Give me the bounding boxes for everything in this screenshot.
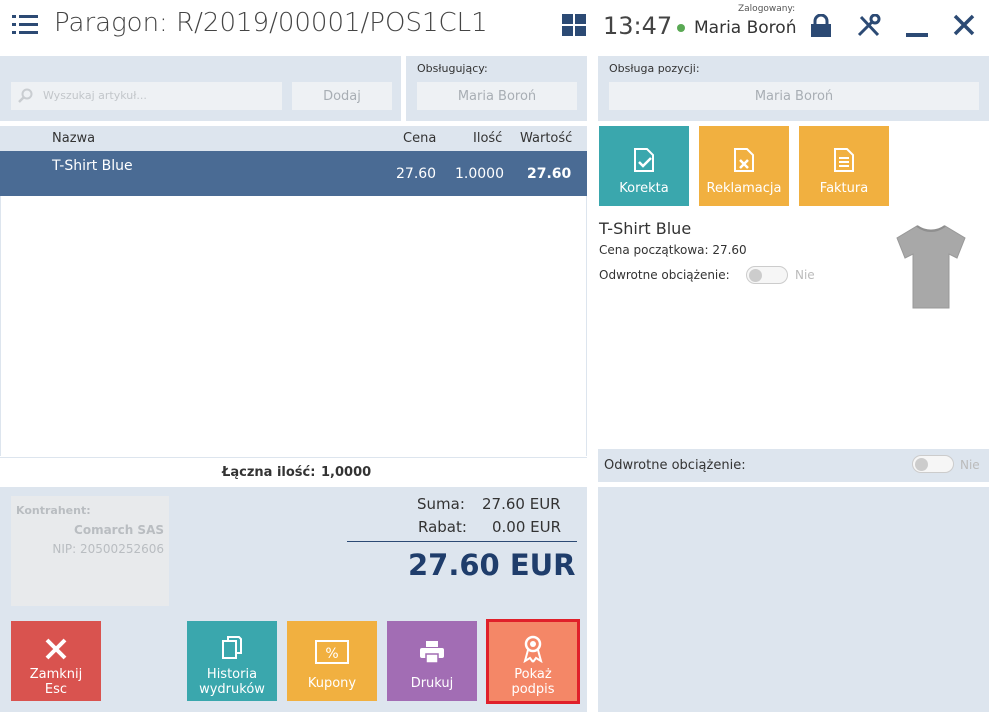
reverse-charge-value: Nie: [960, 458, 980, 472]
total-quantity-value: 1,0000: [321, 465, 372, 480]
invoice-button[interactable]: Faktura: [799, 126, 889, 206]
printer-icon: [420, 641, 444, 664]
total-quantity-bar: Łączna ilość: 1,0000: [0, 457, 587, 485]
complaint-button[interactable]: Reklamacja: [699, 126, 789, 206]
close-window-icon[interactable]: [953, 14, 975, 40]
row-name: T-Shirt Blue: [52, 158, 133, 174]
current-user: Maria Boroń: [694, 18, 797, 38]
show-signature-label-1: Pokaż: [514, 667, 552, 682]
item-initial-price: Cena początkowa: 27.60: [599, 243, 747, 257]
close-button[interactable]: Zamknij Esc: [11, 621, 101, 701]
serving-label: Obsługujący:: [417, 62, 488, 75]
item-reverse-charge-toggle[interactable]: [746, 266, 788, 284]
clock: 13:47: [603, 12, 673, 40]
customer-nip: NIP: 20500252606: [52, 542, 164, 556]
tshirt-image: [893, 222, 969, 314]
document-check-icon: [634, 148, 654, 172]
item-reverse-charge-value: Nie: [795, 268, 815, 282]
item-reverse-charge-label: Odwrotne obciążenie:: [599, 268, 730, 282]
close-button-label: Zamknij: [29, 667, 83, 682]
ribbon-badge-icon: [523, 635, 543, 663]
search-icon: [18, 88, 33, 103]
coupons-label: Kupony: [307, 676, 357, 691]
tools-icon[interactable]: [856, 13, 882, 42]
customer-label: Kontrahent:: [16, 504, 91, 517]
row-quantity: 1.0000: [455, 166, 504, 182]
serving-user-field[interactable]: Maria Boroń: [417, 82, 577, 110]
complaint-label: Reklamacja: [706, 181, 782, 196]
table-row[interactable]: T-Shirt Blue 27.60 1.0000 27.60: [0, 151, 587, 196]
sum-value: 27.60 EUR: [482, 495, 561, 513]
show-signature-label-2: podpis: [511, 682, 555, 697]
print-history-label-1: Historia: [206, 667, 258, 682]
search-input[interactable]: Wyszukaj artykuł...: [11, 82, 282, 110]
x-icon: [45, 638, 67, 660]
right-bottom-panel: [598, 487, 989, 712]
coupon-icon: %: [315, 640, 349, 664]
menu-icon[interactable]: [12, 15, 38, 35]
correction-button[interactable]: Korekta: [599, 126, 689, 206]
row-value: 27.60: [527, 166, 572, 182]
invoice-document-icon: [834, 148, 854, 172]
print-button[interactable]: Drukuj: [387, 621, 477, 701]
column-price: Cena: [403, 131, 437, 146]
reverse-charge-bar: Odwrotne obciążenie: Nie: [598, 449, 989, 482]
reverse-charge-toggle[interactable]: [912, 455, 954, 473]
correction-label: Korekta: [619, 181, 669, 196]
print-history-button[interactable]: Historia wydruków: [187, 621, 277, 701]
reverse-charge-label: Odwrotne obciążenie:: [604, 458, 746, 473]
customer-card[interactable]: Kontrahent: Comarch SAS NIP: 20500252606: [11, 496, 169, 606]
coupons-button[interactable]: % Kupony: [287, 621, 377, 701]
items-list-area: [0, 196, 587, 456]
invoice-label: Faktura: [819, 181, 869, 196]
print-history-label-2: wydruków: [199, 682, 265, 697]
print-label: Drukuj: [410, 676, 454, 691]
totals-divider: [347, 541, 577, 542]
online-status-icon: [677, 24, 685, 32]
discount-value: 0.00 EUR: [492, 518, 562, 536]
item-name: T-Shirt Blue: [599, 219, 692, 238]
customer-name: Comarch SAS: [74, 523, 164, 537]
add-button[interactable]: Dodaj: [292, 82, 392, 110]
column-value: Wartość: [520, 131, 573, 146]
row-price: 27.60: [396, 166, 437, 182]
close-button-shortcut: Esc: [44, 682, 68, 697]
documents-icon: [222, 636, 242, 659]
minimize-icon[interactable]: [906, 33, 928, 37]
grid-icon[interactable]: [562, 14, 586, 36]
position-user-field[interactable]: Maria Boroń: [609, 82, 979, 110]
discount-label: Rabat:: [418, 518, 467, 536]
show-signature-button[interactable]: Pokaż podpis: [489, 622, 577, 701]
position-label: Obsługa pozycji:: [609, 62, 700, 75]
lock-icon[interactable]: [809, 13, 833, 42]
search-placeholder: Wyszukaj artykuł...: [43, 89, 147, 102]
logged-in-label: Zalogowany:: [738, 4, 796, 14]
column-name: Nazwa: [52, 131, 96, 146]
total-quantity-label: Łączna ilość:: [222, 465, 316, 480]
svg-text:%: %: [325, 646, 338, 662]
document-x-icon: [734, 148, 754, 172]
grand-total: 27.60 EUR: [408, 548, 576, 582]
page-title: Paragon: R/2019/00001/POS1CL1: [54, 8, 488, 38]
sum-label: Suma:: [417, 495, 465, 513]
column-quantity: Ilość: [473, 131, 503, 146]
